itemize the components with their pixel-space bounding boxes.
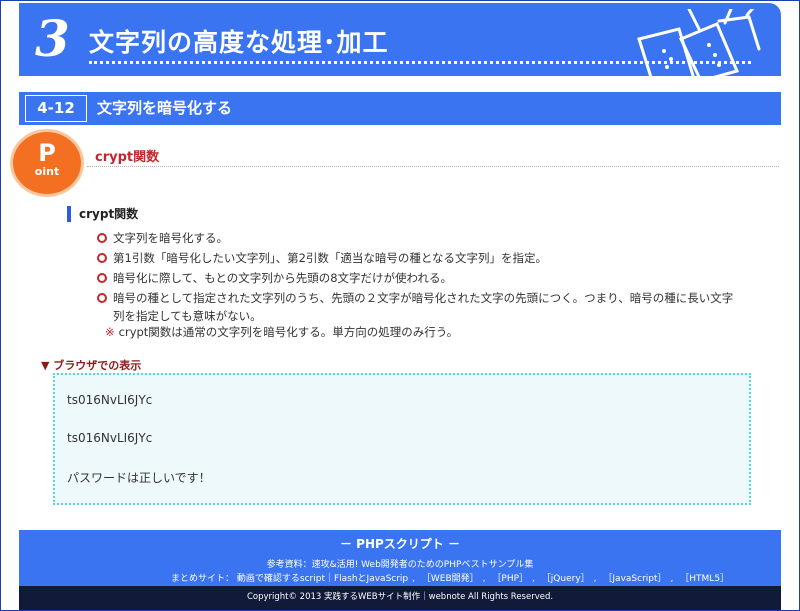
note: ※ crypt関数は通常の文字列を暗号化する。単方向の処理のみ行う。	[105, 324, 458, 340]
output-line: ts016NvLI6JYc	[67, 431, 153, 445]
output-line: ts016NvLI6JYc	[67, 393, 153, 407]
point-divider	[87, 166, 779, 167]
footer-title: － PHPスクリプト －	[340, 537, 460, 551]
footer-site-link-html5[interactable]: ［HTML5］	[680, 574, 729, 584]
output-line: パスワードは正しいです！	[67, 471, 211, 485]
footer-site-link-web[interactable]: ［WEB開発］	[422, 574, 479, 584]
list-item: 暗号の種として指定された文字列のうち、先頭の２文字が暗号化された文字の先頭につく…	[97, 289, 737, 325]
list-item-text: 暗号の種として指定された文字列のうち、先頭の２文字が暗号化された文字の先頭につく…	[113, 291, 734, 323]
ring-bullet-icon	[97, 293, 107, 303]
list-item: 第1引数「暗号化したい文字列」、第2引数「適当な暗号の種となる文字列」を指定。	[97, 249, 737, 267]
list-item: 文字列を暗号化する。	[97, 229, 737, 247]
browser-output-label: ▼ ブラウザでの表示	[41, 359, 142, 372]
bullet-list: 文字列を暗号化する。 第1引数「暗号化したい文字列」、第2引数「適当な暗号の種と…	[97, 229, 737, 327]
chapter-number: 3	[35, 9, 70, 68]
section-title: 文字列を暗号化する	[97, 99, 233, 117]
footer-sites: まとめサイト： 動画で確認するscript｜FlashとJavaScrip, ［…	[171, 574, 730, 584]
footer-sites-prefix: まとめサイト：	[171, 574, 235, 584]
footer-site-link-script[interactable]: 動画で確認するscript｜FlashとJavaScrip	[237, 574, 408, 584]
footer-reference-link[interactable]: 速攻&活用! Web開発者のためのPHPベストサンプル集	[312, 560, 534, 570]
point-badge-letter: P	[38, 139, 56, 167]
footer-reference-prefix: 参考資料：	[266, 560, 312, 570]
footer-site-link-php[interactable]: ［PHP］	[492, 574, 528, 584]
copyright-bar: Copyright© 2013 実践するWEBサイト制作｜webnote All…	[19, 586, 781, 610]
section-bar: 4-12 文字列を暗号化する	[19, 92, 781, 125]
list-item: 暗号化に際して、もとの文字列から先頭の8文字だけが使われる。	[97, 269, 737, 287]
ring-bullet-icon	[97, 233, 107, 243]
footer-reference: 参考資料：速攻&活用! Web開発者のためのPHPベストサンプル集	[19, 557, 781, 570]
list-item-text: 暗号化に際して、もとの文字列から先頭の8文字だけが使われる。	[113, 271, 452, 285]
decorative-sketch-icon	[637, 9, 761, 89]
footer: － PHPスクリプト － 参考資料：速攻&活用! Web開発者のためのPHPベス…	[19, 530, 781, 586]
footer-site-link-javascript[interactable]: ［JavaScript］	[603, 574, 666, 584]
ring-bullet-icon	[97, 273, 107, 283]
chapter-title: 文字列の高度な処理･加工	[89, 28, 389, 57]
ring-bullet-icon	[97, 253, 107, 263]
note-text: crypt関数は通常の文字列を暗号化する。単方向の処理のみ行う。	[118, 325, 459, 339]
point-heading: crypt関数	[95, 150, 160, 165]
list-item-text: 第1引数「暗号化したい文字列」、第2引数「適当な暗号の種となる文字列」を指定。	[113, 251, 548, 265]
page-frame: 3 文字列の高度な処理･加工 4-12 文字列を暗号化する P oint cry…	[0, 0, 800, 611]
chapter-header: 3 文字列の高度な処理･加工	[19, 3, 781, 89]
point-badge: P oint	[13, 132, 81, 194]
content-subheading: crypt関数	[67, 206, 138, 222]
footer-site-link-jquery[interactable]: ［jQuery］	[542, 574, 590, 584]
section-number: 4-12	[25, 95, 87, 122]
list-item-text: 文字列を暗号化する。	[113, 231, 228, 245]
note-mark-icon: ※	[105, 325, 115, 339]
point-badge-suffix: oint	[34, 165, 60, 178]
browser-output-box: ts016NvLI6JYc ts016NvLI6JYc パスワードは正しいです！	[53, 373, 751, 505]
